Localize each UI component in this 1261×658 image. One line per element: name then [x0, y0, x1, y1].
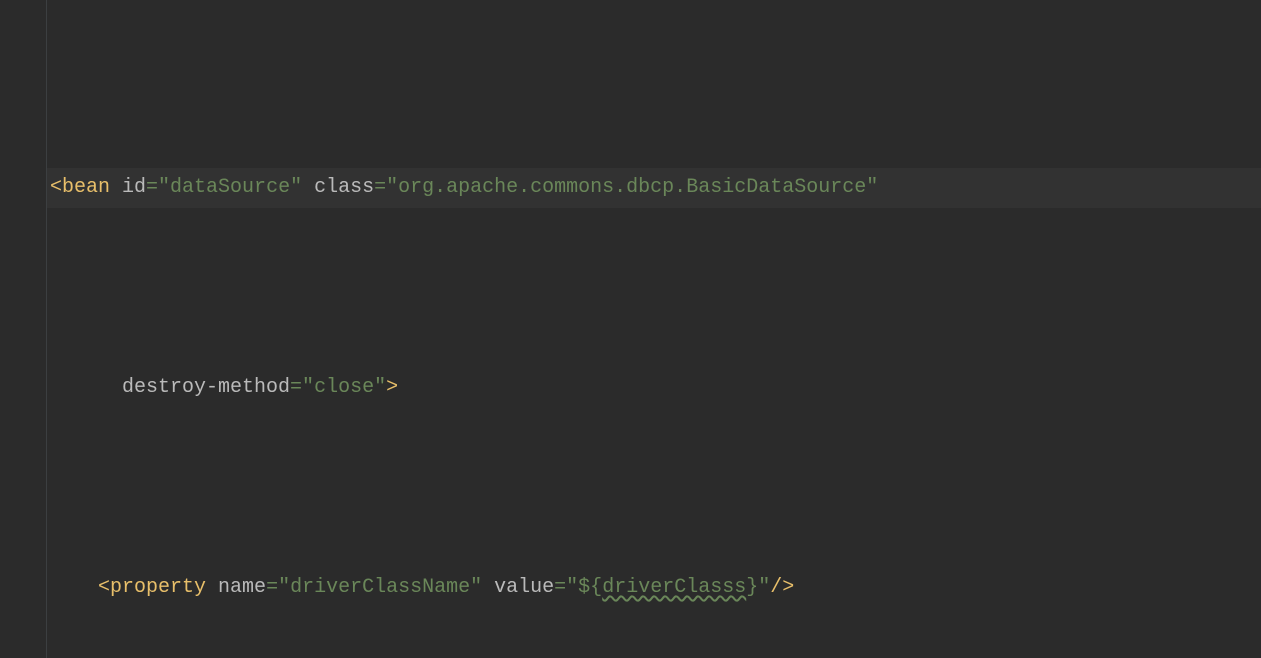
attr-eq: =" [146, 176, 170, 199]
placeholder-close: } [746, 576, 758, 599]
tag-close: > [386, 376, 398, 399]
attr-name: name [218, 576, 266, 599]
attr-value: dataSource [170, 176, 290, 199]
code-editor[interactable]: <bean id="dataSource" class="org.apache.… [0, 0, 1261, 658]
attr-value: org.apache.commons.dbcp.BasicDataSource [398, 176, 866, 199]
attr-eq: =" [290, 376, 314, 399]
quote: " [866, 176, 878, 199]
placeholder-open: ${ [578, 576, 602, 599]
attr-eq: =" [374, 176, 398, 199]
code-line[interactable]: <bean id="dataSource" class="org.apache.… [50, 168, 878, 208]
quote: " [374, 376, 386, 399]
attr-name: value [494, 576, 554, 599]
code-area[interactable]: <bean id="dataSource" class="org.apache.… [50, 8, 878, 658]
attr-name: id [122, 176, 146, 199]
tag-open: <property [98, 576, 218, 599]
code-line[interactable]: <property name="driverClassName" value="… [50, 568, 878, 608]
attr-value: close [314, 376, 374, 399]
attr-name: destroy-method [122, 376, 290, 399]
placeholder-var: driverClasss [602, 576, 746, 599]
tag-selfclose: /> [770, 576, 794, 599]
gutter [0, 0, 47, 658]
tag-open: <bean [50, 176, 122, 199]
attr-name: class [314, 176, 374, 199]
attr-value: driverClassName [290, 576, 470, 599]
code-line[interactable]: destroy-method="close"> [50, 368, 878, 408]
quote: " [290, 176, 302, 199]
